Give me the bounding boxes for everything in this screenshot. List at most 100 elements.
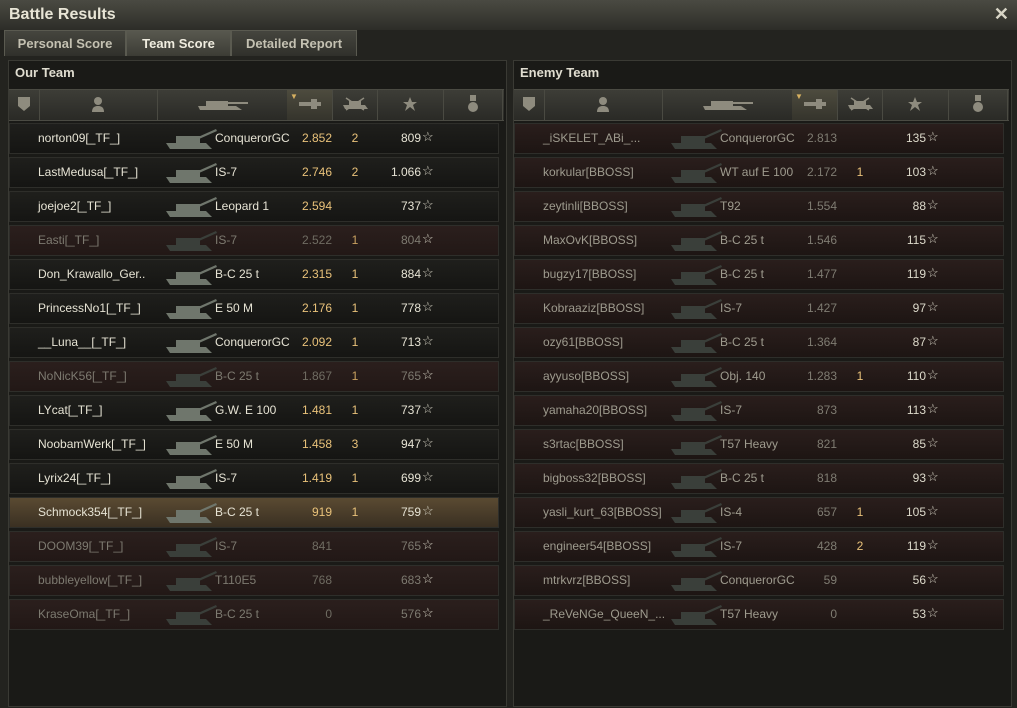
kills-value: 2	[351, 131, 359, 145]
table-row[interactable]: joejoe2[_TF_] Leopard 1 2.594 737 ☆	[9, 191, 499, 222]
tank-name: WT auf E 100	[720, 165, 794, 179]
column-header-kills[interactable]	[837, 90, 883, 120]
table-row[interactable]: LYcat[_TF_] G.W. E 100 1.481 1 737 ☆	[9, 395, 499, 426]
kills-value: 1	[351, 403, 359, 417]
column-header-xp[interactable]	[882, 90, 949, 120]
table-row[interactable]: bubbleyellow[_TF_] T110E5 768 683 ☆	[9, 565, 499, 596]
player-name: joejoe2[_TF_]	[38, 199, 112, 213]
player-name: zeytinli[BBOSS]	[543, 199, 628, 213]
table-row[interactable]: ayyuso[BBOSS] Obj. 140 1.283 1 110 ☆	[514, 361, 1004, 392]
tank-name: ConquerorGC	[720, 573, 795, 587]
table-row[interactable]: yasli_kurt_63[BBOSS] IS-4 657 1 105 ☆	[514, 497, 1004, 528]
table-row[interactable]: PrincessNo1[_TF_] E 50 M 2.176 1 778 ☆	[9, 293, 499, 324]
column-header-damage[interactable]: ▼	[792, 90, 838, 120]
xp-value: 103	[905, 165, 926, 179]
xp-value: 115	[906, 233, 926, 247]
table-row[interactable]: LastMedusa[_TF_] IS-7 2.746 2 1.066 ☆	[9, 157, 499, 188]
column-header-medal[interactable]	[948, 90, 1008, 120]
table-row[interactable]: Lyrix24[_TF_] IS-7 1.419 1 699 ☆	[9, 463, 499, 494]
column-header-squad[interactable]	[514, 90, 545, 120]
table-row[interactable]: KraseOma[_TF_] B-C 25 t 0 576 ☆	[9, 599, 499, 630]
star-icon: ☆	[422, 265, 434, 280]
star-icon: ☆	[422, 435, 434, 450]
tank-name: ConquerorGC	[215, 131, 290, 145]
player-name: s3rtac[BBOSS]	[543, 437, 624, 451]
damage-value: 768	[311, 573, 332, 587]
damage-value: 1.419	[301, 471, 332, 485]
table-row[interactable]: Kobraaziz[BBOSS] IS-7 1.427 97 ☆	[514, 293, 1004, 324]
column-header-medal[interactable]	[443, 90, 503, 120]
xp-value: 947	[400, 437, 421, 451]
table-row[interactable]: NoNicK56[_TF_] B-C 25 t 1.867 1 765 ☆	[9, 361, 499, 392]
destroyed-tank-icon	[340, 96, 370, 115]
tank-name: IS-4	[720, 505, 743, 519]
player-name: __Luna__[_TF_]	[38, 335, 127, 349]
tank-image	[162, 398, 217, 424]
table-row[interactable]: yamaha20[BBOSS] IS-7 873 113 ☆	[514, 395, 1004, 426]
table-row[interactable]: norton09[_TF_] ConquerorGC 2.852 2 809 ☆	[9, 123, 499, 154]
damage-value: 1.481	[301, 403, 332, 417]
kills-value: 1	[351, 369, 359, 383]
tab-personal-score[interactable]: Personal Score	[4, 30, 126, 56]
our-team-header: ▼	[9, 89, 504, 121]
table-row[interactable]: zeytinli[BBOSS] T92 1.554 88 ☆	[514, 191, 1004, 222]
tank-image	[667, 330, 722, 356]
xp-value: 119	[906, 267, 926, 281]
table-row[interactable]: bigboss32[BBOSS] B-C 25 t 818 93 ☆	[514, 463, 1004, 494]
column-header-kills[interactable]	[332, 90, 378, 120]
player-name: Lyrix24[_TF_]	[38, 471, 111, 485]
table-row[interactable]: bugzy17[BBOSS] B-C 25 t 1.477 119 ☆	[514, 259, 1004, 290]
xp-value: 110	[906, 369, 926, 383]
table-row[interactable]: ozy61[BBOSS] B-C 25 t 1.364 87 ☆	[514, 327, 1004, 358]
tank-name: IS-7	[215, 165, 238, 179]
our-team-title: Our Team	[15, 65, 75, 80]
table-row[interactable]: __Luna__[_TF_] ConquerorGC 2.092 1 713 ☆	[9, 327, 499, 358]
table-row[interactable]: DOOM39[_TF_] IS-7 841 765 ☆	[9, 531, 499, 562]
tank-image	[162, 330, 217, 356]
table-row[interactable]: mtrkvrz[BBOSS] ConquerorGC 59 56 ☆	[514, 565, 1004, 596]
column-header-vehicle[interactable]	[157, 90, 288, 120]
tank-image	[667, 398, 722, 424]
tab-team-score[interactable]: Team Score	[126, 30, 231, 56]
xp-value: 97	[912, 301, 926, 315]
table-row[interactable]: MaxOvK[BBOSS] B-C 25 t 1.546 115 ☆	[514, 225, 1004, 256]
column-header-squad[interactable]	[9, 90, 40, 120]
table-row[interactable]: Don_Krawallo_Ger.. B-C 25 t 2.315 1 884 ☆	[9, 259, 499, 290]
column-header-player[interactable]	[39, 90, 158, 120]
column-header-player[interactable]	[544, 90, 663, 120]
star-icon: ☆	[927, 265, 939, 280]
tab-detailed-report[interactable]: Detailed Report	[231, 30, 357, 56]
table-row[interactable]: engineer54[BBOSS] IS-7 428 2 119 ☆	[514, 531, 1004, 562]
column-header-xp[interactable]	[377, 90, 444, 120]
player-name: Kobraaziz[BBOSS]	[543, 301, 645, 315]
damage-value: 657	[816, 505, 837, 519]
column-header-damage[interactable]: ▼	[287, 90, 333, 120]
column-header-vehicle[interactable]	[662, 90, 793, 120]
close-icon[interactable]: ✕	[994, 4, 1009, 25]
player-name: LastMedusa[_TF_]	[38, 165, 139, 179]
xp-value: 135	[905, 131, 926, 145]
xp-value: 737	[400, 403, 421, 417]
xp-value: 576	[400, 607, 421, 621]
table-row[interactable]: _ReVeNGe_QueeN_... T57 Heavy 0 53 ☆	[514, 599, 1004, 630]
player-icon	[596, 96, 610, 115]
player-name: engineer54[BBOSS]	[543, 539, 652, 553]
tank-image	[667, 602, 722, 628]
table-row[interactable]: NoobamWerk[_TF_] E 50 M 1.458 3 947 ☆	[9, 429, 499, 460]
player-name: _ReVeNGe_QueeN_...	[543, 607, 666, 621]
kills-value: 1	[351, 505, 359, 519]
table-row[interactable]: s3rtac[BBOSS] T57 Heavy 821 85 ☆	[514, 429, 1004, 460]
tank-name: IS-7	[720, 301, 743, 315]
tank-image	[162, 194, 217, 220]
tank-name: Leopard 1	[215, 199, 270, 213]
damage-value: 2.594	[301, 199, 332, 213]
xp-value: 56	[912, 573, 926, 587]
table-row[interactable]: _iSKELET_ABi_... ConquerorGC 2.813 135 ☆	[514, 123, 1004, 154]
star-icon: ☆	[422, 129, 434, 144]
table-row[interactable]: Easti[_TF_] IS-7 2.522 1 804 ☆	[9, 225, 499, 256]
table-row[interactable]: korkular[BBOSS] WT auf E 100 2.172 1 103 ☆	[514, 157, 1004, 188]
destroyed-tank-icon	[845, 96, 875, 115]
damage-value: 1.427	[806, 301, 837, 315]
table-row[interactable]: Schmock354[_TF_] B-C 25 t 919 1 759 ☆	[9, 497, 499, 528]
star-icon: ☆	[422, 367, 434, 382]
